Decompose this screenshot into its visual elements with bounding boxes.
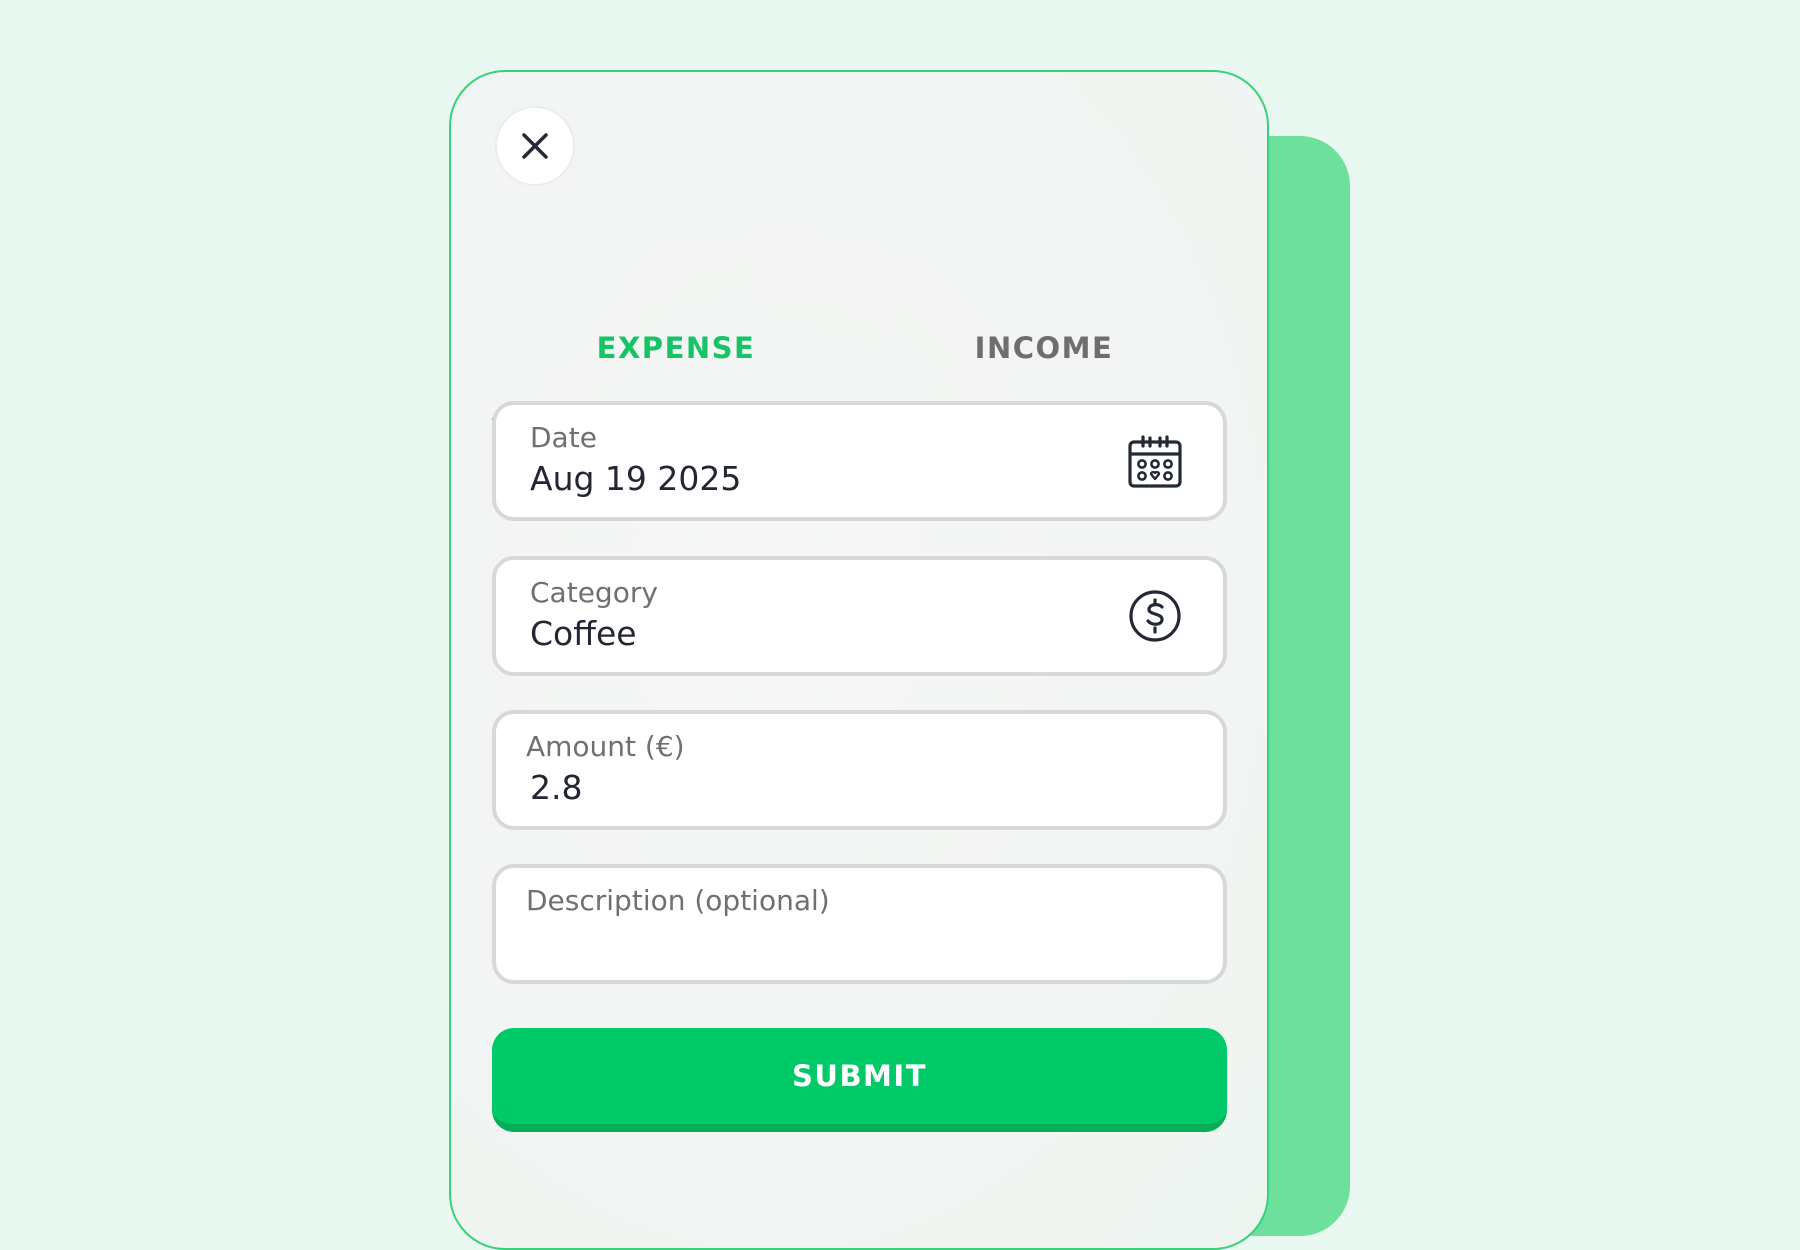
tab-income-label: INCOME bbox=[974, 331, 1114, 365]
submit-button[interactable]: SUBMIT bbox=[492, 1028, 1227, 1132]
calendar-icon[interactable] bbox=[1127, 433, 1183, 489]
close-button[interactable] bbox=[495, 106, 575, 186]
amount-field[interactable]: Amount (€) 2.8 bbox=[492, 710, 1227, 830]
date-field-label: Date bbox=[530, 421, 597, 454]
close-icon bbox=[522, 133, 548, 159]
description-field[interactable]: Description (optional) bbox=[492, 864, 1227, 984]
description-field-label: Description (optional) bbox=[526, 884, 830, 917]
category-field-label: Category bbox=[530, 576, 658, 609]
tab-expense-label: EXPENSE bbox=[596, 331, 756, 365]
dollar-circle-icon[interactable] bbox=[1127, 588, 1183, 644]
submit-button-label: SUBMIT bbox=[792, 1059, 927, 1093]
category-field-value: Coffee bbox=[530, 614, 637, 653]
add-transaction-modal: EXPENSE INCOME Date Aug 19 2025 Category… bbox=[449, 70, 1269, 1250]
amount-field-label: Amount (€) bbox=[526, 730, 685, 763]
category-field[interactable]: Category Coffee bbox=[492, 556, 1227, 676]
date-field[interactable]: Date Aug 19 2025 bbox=[492, 401, 1227, 521]
amount-field-value: 2.8 bbox=[530, 768, 583, 807]
date-field-value: Aug 19 2025 bbox=[530, 459, 742, 498]
